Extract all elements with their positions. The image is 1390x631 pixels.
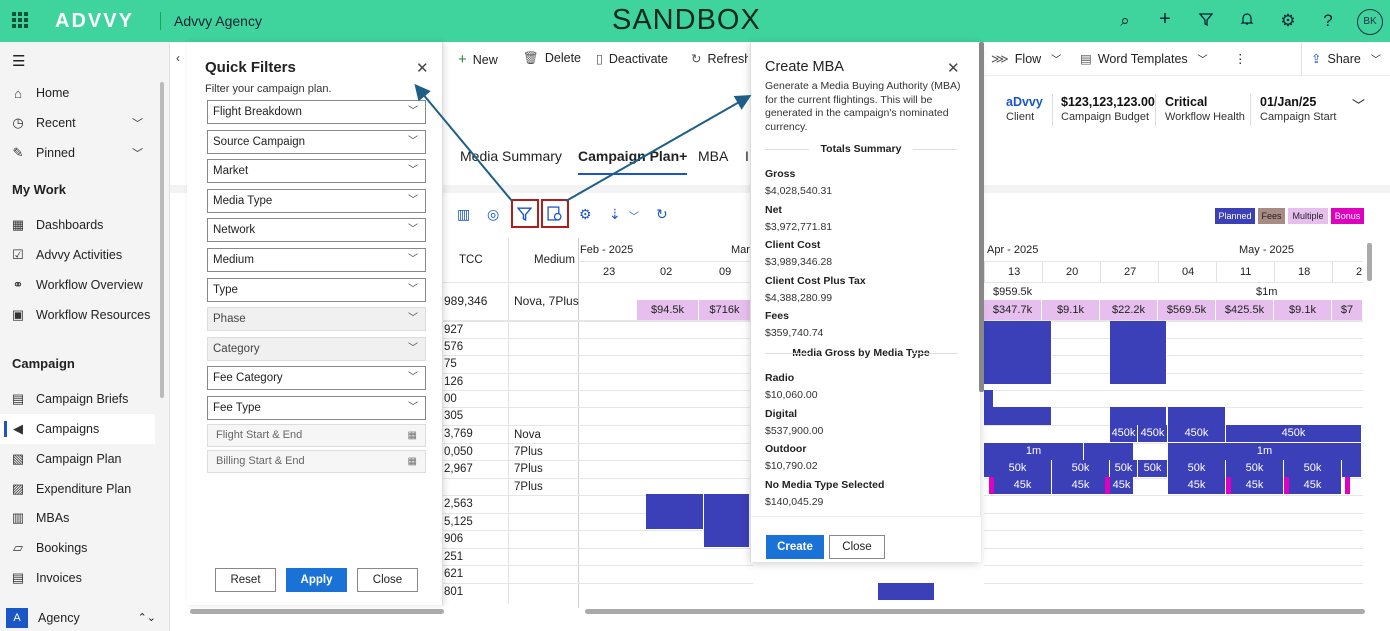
arrow-to-quick-filters bbox=[414, 83, 513, 202]
annotation-arrows bbox=[414, 83, 752, 202]
arrow-to-create-mba bbox=[565, 95, 752, 202]
